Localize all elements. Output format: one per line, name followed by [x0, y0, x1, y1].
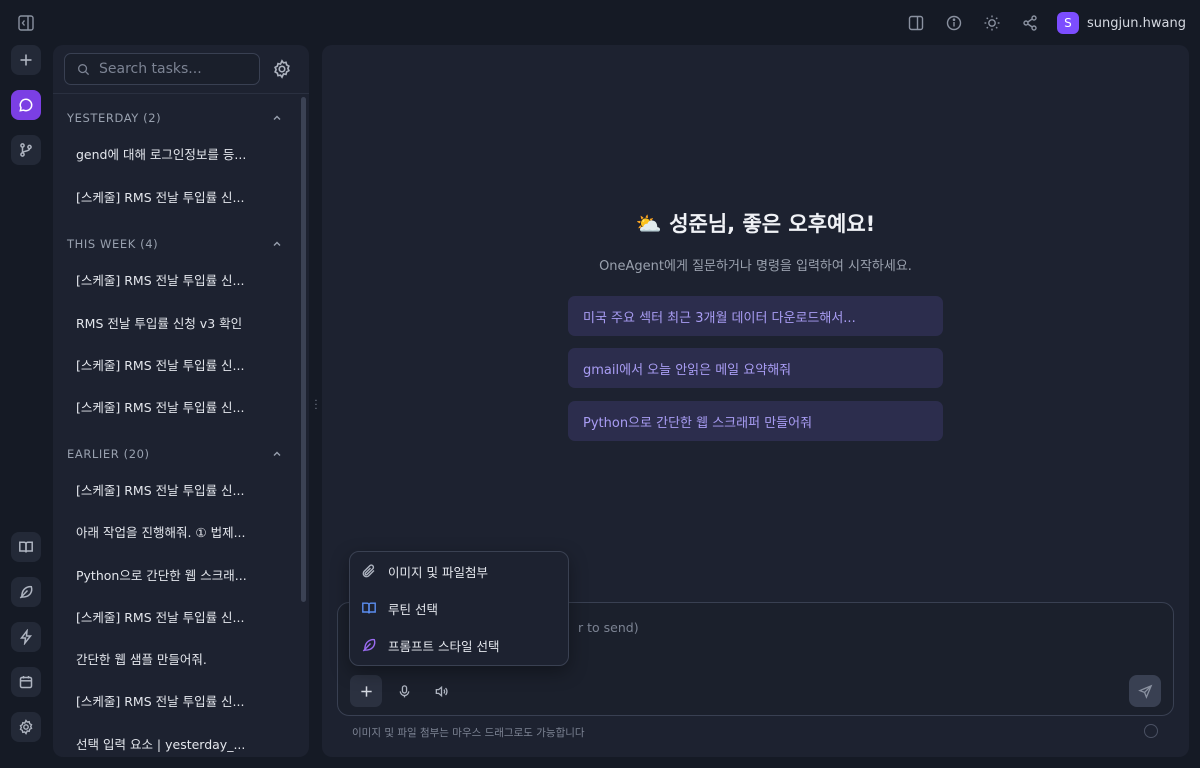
feather-icon: [360, 636, 378, 654]
user-name: sungjun.hwang: [1086, 15, 1186, 31]
task-sidebar: YESTERDAY (2) gend에 대해 로그인정보를 등... [스케줄]…: [53, 45, 309, 757]
chat-nav-button[interactable]: [11, 90, 41, 120]
task-item[interactable]: [스케줄] RMS 전날 투입률 신...: [65, 472, 285, 506]
send-button[interactable]: [1129, 675, 1161, 707]
top-actions: S sungjun.hwang: [905, 10, 1186, 36]
task-item[interactable]: [스케줄] RMS 전날 투입률 신...: [65, 683, 285, 717]
chevron-up-icon: [273, 451, 281, 456]
task-title: gend에 대해 로그인정보를 등...: [76, 146, 247, 162]
group-header-this-week[interactable]: THIS WEEK (4): [67, 234, 283, 254]
lightning-icon: [19, 629, 33, 645]
group-header-yesterday[interactable]: YESTERDAY (2): [67, 108, 283, 128]
calendar-icon: [19, 676, 33, 689]
suggestion-button[interactable]: Python으로 간단한 웹 스크래퍼 만들어줘: [568, 401, 943, 441]
greeting-subtitle: OneAgent에게 질문하거나 명령을 입력하여 시작하세요.: [599, 259, 912, 274]
task-item[interactable]: [스케줄] RMS 전날 투입률 신...: [65, 389, 285, 423]
library-nav-button[interactable]: [11, 532, 41, 562]
microphone-button[interactable]: [388, 675, 420, 707]
search-box: [64, 53, 260, 85]
drag-drop-hint: 이미지 및 파일 첨부는 마우스 드래그로도 가능합니다: [352, 727, 585, 739]
composer-placeholder: r to send): [578, 620, 639, 635]
send-icon: [1137, 684, 1152, 699]
task-item[interactable]: Python으로 간단한 웹 스크래...: [65, 557, 285, 591]
suggestion-button[interactable]: 미국 주요 섹터 최근 3개월 데이터 다운로드해서...: [568, 296, 943, 336]
microphone-icon: [399, 684, 409, 697]
task-title: [스케줄] RMS 전날 투입률 신...: [76, 357, 245, 373]
task-item[interactable]: 아래 작업을 진행해줘. ① 법제...: [65, 514, 285, 548]
group-title: THIS WEEK (4): [67, 237, 159, 251]
gear-icon: [19, 719, 33, 735]
suggestion-button[interactable]: gmail에서 오늘 안읽은 메일 요약해줘: [568, 348, 943, 388]
task-title: [스케줄] RMS 전날 투입률 신...: [76, 272, 245, 288]
new-task-button[interactable]: [11, 45, 41, 75]
menu-item-label: 루틴 선택: [388, 601, 438, 617]
attach-menu: 이미지 및 파일첨부 루틴 선택 프롬프트 스타일 선택: [349, 551, 569, 666]
task-item[interactable]: [스케줄] RMS 전날 투입률 신...: [65, 179, 285, 213]
speaker-button[interactable]: [425, 675, 457, 707]
settings-nav-button[interactable]: [11, 712, 41, 742]
git-branch-icon: [20, 143, 32, 157]
panel-layout-icon[interactable]: [905, 12, 927, 34]
task-title: Python으로 간단한 웹 스크래...: [76, 567, 247, 583]
menu-item-attach-file[interactable]: 이미지 및 파일첨부: [360, 556, 558, 586]
book-icon: [360, 599, 378, 617]
search-input[interactable]: [99, 61, 249, 77]
user-menu[interactable]: S sungjun.hwang: [1056, 12, 1186, 34]
task-title: [스케줄] RMS 전날 투입률 신...: [76, 482, 245, 498]
sidebar-toggle-icon[interactable]: [16, 13, 36, 33]
group-header-earlier[interactable]: EARLIER (20): [67, 444, 283, 464]
automation-nav-button[interactable]: [11, 622, 41, 652]
menu-item-routine[interactable]: 루틴 선택: [360, 593, 558, 623]
workflow-nav-button[interactable]: [11, 135, 41, 165]
info-icon[interactable]: [943, 12, 965, 34]
attach-plus-button[interactable]: [350, 675, 382, 707]
task-title: 아래 작업을 진행해줘. ① 법제...: [76, 524, 246, 540]
share-icon[interactable]: [1019, 12, 1041, 34]
menu-item-prompt-style[interactable]: 프롬프트 스타일 선택: [360, 630, 558, 660]
speaker-icon: [435, 685, 448, 697]
task-title: [스케줄] RMS 전날 투입률 신...: [76, 693, 245, 709]
prompt-style-nav-button[interactable]: [11, 577, 41, 607]
task-item[interactable]: 선택 입력 요소 | yesterday_...: [65, 726, 285, 757]
theme-sun-icon[interactable]: [981, 12, 1003, 34]
task-title: [스케줄] RMS 전날 투입률 신...: [76, 399, 245, 415]
chevron-up-icon: [273, 241, 281, 246]
loading-indicator: [1144, 724, 1158, 738]
task-list-scrollbar[interactable]: [301, 97, 306, 602]
task-item[interactable]: 간단한 웹 샘플 만들어줘.: [65, 641, 285, 675]
task-item[interactable]: RMS 전날 투입률 신청 v3 확인: [65, 305, 285, 339]
avatar: S: [1056, 12, 1079, 34]
chevron-up-icon: [273, 115, 281, 120]
task-item[interactable]: [스케줄] RMS 전날 투입률 신...: [65, 599, 285, 633]
paperclip-icon: [360, 562, 378, 580]
book-icon: [19, 541, 33, 553]
group-title: EARLIER (20): [67, 447, 150, 461]
chat-bubble-icon: [19, 98, 33, 112]
task-title: 선택 입력 요소 | yesterday_...: [76, 736, 246, 752]
greeting-heading: ⛅ 성준님, 좋은 오후예요!: [635, 212, 876, 236]
search-icon: [78, 63, 90, 75]
task-title: RMS 전날 투입률 신청 v3 확인: [76, 315, 243, 331]
plus-icon: [360, 685, 372, 697]
feather-icon: [19, 585, 33, 599]
schedule-nav-button[interactable]: [11, 667, 41, 697]
menu-item-label: 프롬프트 스타일 선택: [388, 638, 500, 654]
menu-item-label: 이미지 및 파일첨부: [388, 564, 488, 580]
task-item[interactable]: gend에 대해 로그인정보를 등...: [65, 136, 285, 170]
task-title: [스케줄] RMS 전날 투입률 신...: [76, 609, 245, 625]
task-title: 간단한 웹 샘플 만들어줘.: [76, 651, 207, 667]
task-list: YESTERDAY (2) gend에 대해 로그인정보를 등... [스케줄]…: [53, 94, 299, 757]
task-item[interactable]: [스케줄] RMS 전날 투입률 신...: [65, 262, 285, 296]
panel-resize-handle[interactable]: · · ·: [314, 397, 318, 415]
task-title: [스케줄] RMS 전날 투입률 신...: [76, 189, 245, 205]
task-item[interactable]: [스케줄] RMS 전날 투입률 신...: [65, 347, 285, 381]
group-title: YESTERDAY (2): [67, 111, 162, 125]
task-settings-icon[interactable]: [272, 59, 292, 79]
